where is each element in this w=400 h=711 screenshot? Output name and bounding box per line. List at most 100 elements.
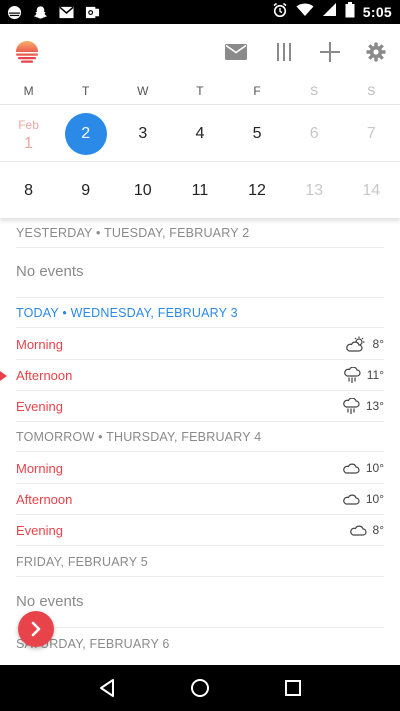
signal-icon [322,2,337,22]
temperature: 11° [366,368,384,382]
weather: 11° [343,366,384,384]
time-of-day-label: Afternoon [16,367,73,383]
weekday-label: S [310,84,319,98]
day-number: 6 [309,124,319,142]
calendar-day[interactable]: 7 [343,105,400,162]
calendar-day[interactable]: 9 [57,162,114,219]
calendar-day[interactable]: 3 [114,105,171,162]
day-number: 7 [366,124,376,142]
month-label: Feb [18,118,39,132]
weather: 10° [342,461,384,475]
temperature: 10° [365,492,384,506]
agenda-row[interactable]: Evening 13° [16,391,384,422]
day-number: 1 [24,135,34,152]
weather: 13° [342,397,384,415]
time-of-day-label: Morning [16,336,63,352]
temperature: 13° [365,399,384,413]
agenda-list[interactable]: YESTERDAY • TUESDAY, FEBRUARY 2 No event… [0,218,400,665]
day-header: TOMORROW • THURSDAY, FEBRUARY 4 [16,422,384,452]
app-header [0,24,400,78]
day-number: 2 [64,112,107,155]
status-bar: 5:05 [0,0,400,24]
weekday-label: T [82,84,90,98]
cloud-icon [343,494,360,505]
chevron-right-icon [31,621,41,637]
time-of-day-label: Morning [16,460,63,476]
weekday-label: F [253,84,261,98]
agenda-row[interactable]: Morning 8° [16,329,384,360]
rain-icon [343,397,360,414]
day-number: 3 [138,124,148,142]
day-number: 4 [195,124,205,142]
status-time: 5:05 [362,4,392,20]
agenda-row[interactable]: Afternoon 10° [16,484,384,515]
calendar-day[interactable]: 10 [114,162,171,219]
agenda-row[interactable]: Afternoon 11° [16,360,384,391]
settings-icon[interactable] [362,38,390,66]
mail-icon[interactable] [222,38,250,66]
calendar-day[interactable]: 12 [229,162,286,219]
calendar-day[interactable]: Feb 1 [0,105,57,162]
weekday-label: S [367,84,376,98]
time-of-day-label: Evening [16,398,63,414]
calendar-day[interactable]: 14 [343,162,400,219]
agenda-row[interactable]: Evening 8° [16,515,384,546]
back-icon[interactable] [94,675,120,701]
partly-cloudy-icon [345,336,365,352]
day-number: 12 [248,181,266,199]
agenda-row[interactable]: Morning 10° [16,453,384,484]
calendar-day-today[interactable]: 2 [57,105,114,162]
day-number: 13 [305,181,324,199]
add-icon[interactable] [316,38,344,66]
calendar-day[interactable]: 6 [286,105,343,162]
weather: 8° [345,336,384,352]
no-events: No events [16,578,384,628]
day-header: YESTERDAY • TUESDAY, FEBRUARY 2 [16,218,384,248]
wifi-icon [296,2,314,22]
calendar-day[interactable]: 8 [0,162,57,219]
system-navigation-bar [0,665,400,711]
calendar-week: 8 9 10 11 12 13 14 [0,162,400,219]
temperature: 10° [365,461,384,475]
no-events: No events [16,248,384,298]
time-of-day-label: Evening [16,522,63,538]
day-number: 14 [362,181,381,199]
weekday-label: W [137,84,149,98]
day-header-today: TODAY • WEDNESDAY, FEBRUARY 3 [16,298,384,328]
temperature: 8° [372,337,384,351]
weather: 8° [349,523,384,537]
calendar-day[interactable]: 4 [171,105,228,162]
calendar-day[interactable]: 5 [229,105,286,162]
snapchat-icon [32,4,48,20]
weekday-header: M T W T F S S [0,84,400,104]
weather: 10° [342,492,384,506]
day-number: 10 [133,181,152,199]
calendar-week: Feb 1 2 3 4 5 6 7 [0,105,400,162]
month-calendar: Feb 1 2 3 4 5 6 7 8 9 10 11 12 13 14 [0,104,400,218]
alarm-icon [272,2,288,23]
day-header: FRIDAY, FEBRUARY 5 [16,547,384,577]
sunrise-notification-icon [6,4,22,20]
calendar-day[interactable]: 13 [286,162,343,219]
jump-to-today-button[interactable] [18,611,54,647]
day-number: 8 [24,181,34,199]
cloud-icon [343,463,360,474]
day-header: SATURDAY, FEBRUARY 6 [16,637,170,651]
weekday-label: T [196,84,204,98]
columns-icon[interactable] [270,38,298,66]
day-number: 5 [252,124,262,142]
gmail-icon [58,4,74,20]
rain-icon [343,366,361,383]
day-number: 9 [81,181,91,199]
home-icon[interactable] [187,675,213,701]
temperature: 8° [372,523,384,537]
outlook-icon [84,4,100,20]
time-of-day-label: Afternoon [16,491,73,507]
battery-icon [345,1,355,23]
day-number: 11 [191,181,209,199]
current-time-marker [0,371,7,381]
calendar-day[interactable]: 11 [171,162,228,219]
sunrise-logo-icon[interactable] [14,39,40,65]
cloud-icon [349,525,367,536]
recents-icon[interactable] [280,675,306,701]
